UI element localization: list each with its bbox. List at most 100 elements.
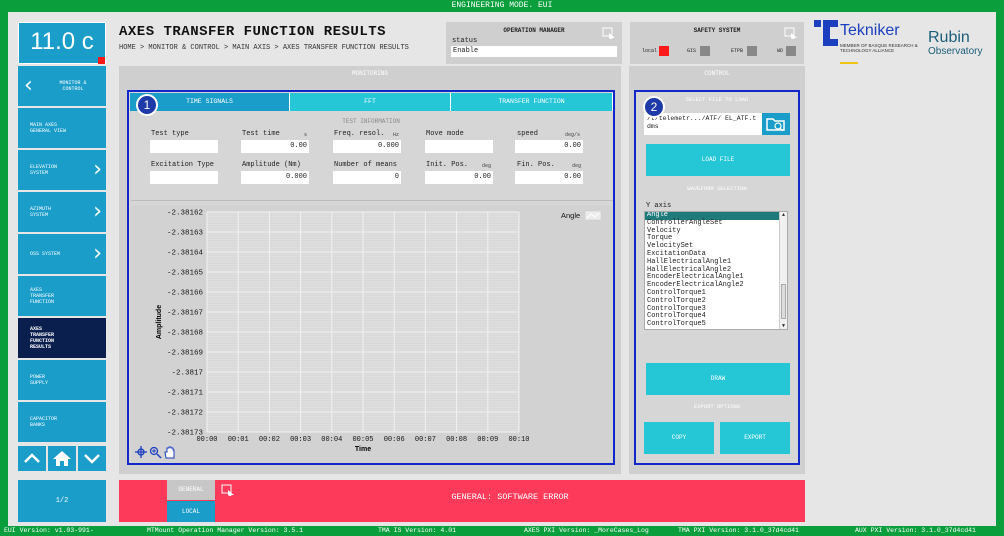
nav-power-supply[interactable]: POWER SUPPLY <box>18 360 106 400</box>
nav-monitor-control[interactable]: ‹ MONITOR & CONTROL <box>18 66 106 106</box>
tekniker-logo: Tekniker MEMBER OF BASQUE RESEARCH & TEC… <box>814 20 918 66</box>
y-tick-label: -2.38169 <box>167 350 203 358</box>
x-axis-label: Time <box>355 446 371 453</box>
nav-label: CAPACITOR BANKS <box>30 416 58 428</box>
x-tick-label: 00:04 <box>321 436 342 444</box>
y-tick-label: -2.38162 <box>167 210 203 218</box>
y-tick-label: -2.38171 <box>167 390 204 398</box>
pan-hand-icon[interactable] <box>164 446 175 459</box>
chevron-down-icon <box>84 454 100 464</box>
page-title: AXES TRANSFER FUNCTION RESULTS <box>119 24 387 40</box>
folder-search-icon <box>766 118 785 132</box>
x-tick-label: 00:05 <box>352 436 373 444</box>
nav-oss-system[interactable]: OSS SYSTEM › <box>18 234 106 274</box>
footer-eui-version: EUI Version: v1.03-991- <box>4 527 94 534</box>
nav-azimuth-system[interactable]: AZIMUTH SYSTEM › <box>18 192 106 232</box>
time-signal-chart[interactable]: 00:00 00:01 00:02 00:03 00:04 00:05 00:06 00:07… <box>131 206 613 463</box>
nav-label: OSS SYSTEM <box>30 251 61 257</box>
graph-tools <box>135 446 175 459</box>
freq-resol-unit: Hz <box>393 132 400 138</box>
control-frame: SELECT FILE TO LOAD /t/telemetr.../ATF/ … <box>634 90 800 465</box>
y-tick-label: -2.38165 <box>167 270 204 278</box>
browse-folder-button[interactable] <box>762 113 790 135</box>
nav-label: MONITOR & CONTROL <box>59 80 87 92</box>
safety-gis-indicator <box>700 46 710 56</box>
test-time-field[interactable]: 0.00 <box>241 140 309 153</box>
excitation-type-field[interactable] <box>150 171 218 184</box>
num-means-field[interactable]: 0 <box>333 171 401 184</box>
footer-mtmount-version: MTMount Operation Manager Version: 3.5.1 <box>147 527 304 534</box>
scroll-down-arrow-icon[interactable]: ▼ <box>780 323 787 329</box>
amplitude-label: Amplitude (Nm) <box>242 161 301 169</box>
legend-entry[interactable]: Angle <box>561 211 580 220</box>
home-button[interactable] <box>48 446 76 471</box>
operation-manager-panel: OPERATION MANAGER status Enable <box>446 22 622 64</box>
nav-label: AZIMUTH SYSTEM <box>30 206 52 218</box>
tekniker-underline <box>840 62 858 64</box>
scroll-up-arrow-icon[interactable]: ▲ <box>780 212 787 218</box>
tab-label: TRANSFER FUNCTION <box>498 98 565 105</box>
x-tick-label: 00:03 <box>290 436 311 444</box>
nav-label: POWER SUPPLY <box>30 374 49 386</box>
chevron-right-icon: › <box>93 157 102 182</box>
annotation-marker-2: 2 <box>643 96 665 118</box>
nav-main-axes-general-view[interactable]: MAIN AXES GENERAL VIEW <box>18 108 106 148</box>
fin-pos-field[interactable]: 0.00 <box>515 171 583 184</box>
temperature-display: 11.0 c <box>18 22 106 64</box>
breadcrumb: HOME > MONITOR & CONTROL > MAIN AXIS > A… <box>119 44 409 52</box>
chevron-left-icon: ‹ <box>24 73 33 98</box>
test-time-label: Test time <box>242 130 280 138</box>
speed-field[interactable]: 0.00 <box>515 140 583 153</box>
cursor-select-icon[interactable] <box>602 27 616 39</box>
rubin-observatory-logo: Rubin Observatory <box>928 30 982 58</box>
zoom-icon[interactable] <box>149 446 162 459</box>
amplitude-field[interactable]: 0.000 <box>241 171 309 184</box>
x-tick-label: 00:06 <box>384 436 405 444</box>
draw-button[interactable]: DRAW <box>646 363 790 395</box>
tekniker-tagline: MEMBER OF BASQUE RESEARCH & TECHNOLOGY A… <box>840 43 918 53</box>
listbox-scrollbar[interactable]: ▲ ▼ <box>779 212 787 329</box>
test-type-field[interactable] <box>150 140 218 153</box>
cursor-select-icon[interactable] <box>784 27 798 39</box>
scrollbar-thumb[interactable] <box>781 284 786 319</box>
file-path-field[interactable]: /t/telemetr.../ATF/ EL_ATF.tdms <box>644 113 762 135</box>
test-time-unit: s <box>304 132 308 138</box>
general-error-message: GENERAL: SOFTWARE ERROR <box>451 492 569 502</box>
y-axis-option[interactable]: ControlTorque5 <box>645 320 787 329</box>
footer-tma-pxi-version: TMA PXI Version: 3.1.0_37d4cd41 <box>678 527 799 534</box>
nav-axes-transfer-function[interactable]: AXES TRANSFER FUNCTION <box>18 276 106 316</box>
crosshair-icon[interactable] <box>135 446 147 458</box>
copy-button[interactable]: COPY <box>644 422 714 454</box>
nav-elevation-system[interactable]: ELEVATION SYSTEM › <box>18 150 106 190</box>
tab-general[interactable]: GENERAL <box>167 480 215 500</box>
init-pos-field[interactable]: 0.00 <box>425 171 493 184</box>
load-file-button[interactable]: LOAD FILE <box>646 144 790 176</box>
temperature-alarm-indicator <box>98 57 105 64</box>
move-mode-field[interactable] <box>425 140 493 153</box>
test-information-title: TEST INFORMATION <box>342 118 400 125</box>
speed-unit: deg/s <box>565 132 581 138</box>
safety-etpb-indicator <box>747 46 757 56</box>
nav-label: MAIN AXES GENERAL VIEW <box>30 122 67 134</box>
y-axis-options: Angle ControllerAngleSet Velocity Torque Vel… <box>645 212 787 329</box>
page-indicator[interactable]: 1/2 <box>18 480 106 522</box>
y-axis-listbox[interactable]: Angle ControllerAngleSet Velocity Torque Vel… <box>644 211 788 330</box>
footer-tma-is-version: TMA IS Version: 4.01 <box>378 527 457 534</box>
nav-axes-transfer-function-results[interactable]: AXES TRANSFER FUNCTION RESULTS <box>18 318 106 358</box>
export-options-title: EXPORT OPTIONS <box>693 403 741 410</box>
scroll-down-button[interactable] <box>78 446 106 471</box>
export-button[interactable]: EXPORT <box>720 422 790 454</box>
freq-resol-label: Freq. resol. <box>334 130 385 138</box>
tab-local[interactable]: LOCAL <box>167 501 215 522</box>
home-icon <box>53 451 71 466</box>
x-tick-label: 00:10 <box>508 436 529 444</box>
nav-capacitor-banks[interactable]: CAPACITOR BANKS <box>18 402 106 442</box>
freq-resol-field[interactable]: 0.000 <box>333 140 401 153</box>
tab-label: TIME SIGNALS <box>186 98 233 105</box>
tab-fft[interactable]: FFT <box>290 93 451 111</box>
num-means-label: Number of means <box>334 161 398 169</box>
y-axis-label: Amplitude <box>156 305 163 339</box>
scroll-up-button[interactable] <box>18 446 46 471</box>
tekniker-name: Tekniker <box>840 22 900 39</box>
tab-transfer-function[interactable]: TRANSFER FUNCTION <box>451 93 613 111</box>
